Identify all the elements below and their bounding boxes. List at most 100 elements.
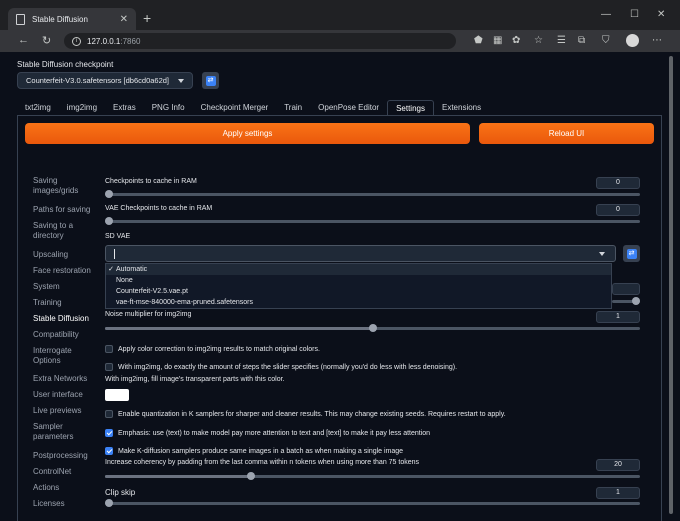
vae-option-mse[interactable]: vae-ft-mse-840000-ema-pruned.safetensors [106,297,611,308]
browser-tab[interactable]: Stable Diffusion ✕ [8,8,136,30]
tab-txt2img[interactable]: txt2img [17,100,59,116]
sidebar-item-actions[interactable]: Actions [33,483,97,499]
address-bar[interactable]: i 127.0.0.1 :7860 [64,33,456,49]
sidebar-item-upscaling[interactable]: Upscaling [33,250,97,266]
emphasis-checkbox[interactable] [105,429,113,437]
slider-handle[interactable] [105,190,113,198]
batch-cond-label: Make K-diffusion samplers produce same i… [118,447,404,455]
tab-train[interactable]: Train [276,100,310,116]
slider-handle[interactable] [632,297,640,305]
close-window-icon[interactable]: ✕ [657,9,665,20]
tab-settings[interactable]: Settings [387,100,434,116]
main-tabs: txt2img img2img Extras PNG Info Checkpoi… [17,100,489,116]
tab-openpose-editor[interactable]: OpenPose Editor [310,100,387,116]
tag-icon[interactable]: ⬟ [474,35,483,46]
coherency-slider[interactable] [105,472,640,480]
more-icon[interactable]: ⋯ [652,35,662,46]
refresh-icon: ⇄ [205,75,216,86]
vae-option-counterfeit[interactable]: Counterfeit-V2.5.vae.pt [106,286,611,297]
grid-icon[interactable]: ▦ [493,35,502,46]
back-icon[interactable]: ← [18,34,29,46]
sidebar-item-sampler-parameters[interactable]: Sampler parameters [33,422,97,451]
close-tab-icon[interactable]: ✕ [120,14,128,25]
tab-title: Stable Diffusion [32,14,88,24]
sidebar-item-face-restoration[interactable]: Face restoration [33,266,97,282]
ckpt-cache-input[interactable]: 0 [596,177,640,189]
hidden-setting-slider[interactable] [612,297,640,305]
coherency-label: Increase coherency by padding from the l… [105,459,420,466]
coherency-input[interactable]: 20 [596,459,640,471]
sidebar-item-live-previews[interactable]: Live previews [33,406,97,422]
fill-color-label: With img2img, fill image's transparent p… [105,376,285,383]
slider-handle[interactable] [105,217,113,225]
vae-dropdown: ✓ Automatic None Counterfeit-V2.5.vae.pt … [105,263,612,309]
slider-handle[interactable] [369,324,377,332]
sd-vae-select[interactable] [105,245,616,262]
extension-icon[interactable]: ✿ [512,35,520,46]
exact-steps-row[interactable]: With img2img, do exactly the amount of s… [105,363,457,371]
slider-handle[interactable] [105,499,113,507]
check-icon: ✓ [108,266,114,273]
noise-multiplier-slider[interactable] [105,324,640,332]
batch-cond-row[interactable]: Make K-diffusion samplers produce same i… [105,447,403,455]
vae-option-none[interactable]: None [106,275,611,286]
ckpt-cache-slider[interactable] [105,190,640,198]
sidebar-item-user-interface[interactable]: User interface [33,390,97,406]
new-tab-icon[interactable]: + [143,11,151,25]
scrollbar-thumb[interactable] [669,56,673,514]
sidebar-item-extra-networks[interactable]: Extra Networks [33,374,97,390]
favorites-icon[interactable]: ☰ [557,35,566,46]
emphasis-row[interactable]: Emphasis: use (text) to make model pay m… [105,429,430,437]
vae-option-automatic[interactable]: ✓ Automatic [106,264,611,275]
color-correction-checkbox[interactable] [105,345,113,353]
sidebar-item-licenses[interactable]: Licenses [33,499,97,511]
batch-cond-checkbox[interactable] [105,447,113,455]
tab-extras[interactable]: Extras [105,100,144,116]
vae-cache-input[interactable]: 0 [596,204,640,216]
vae-cache-slider[interactable] [105,217,640,225]
noise-multiplier-input[interactable]: 1 [596,311,640,323]
clip-skip-label: Clip skip [105,488,136,497]
page-scrollbar[interactable] [668,52,674,521]
quantization-checkbox[interactable] [105,410,113,418]
settings-sidebar: Saving images/grids Paths for saving Sav… [33,176,97,511]
refresh-vae-button[interactable]: ⇄ [623,245,640,262]
site-info-icon[interactable]: i [72,36,81,46]
maximize-icon[interactable]: ☐ [630,9,639,20]
refresh-checkpoint-button[interactable]: ⇄ [202,72,219,89]
sidebar-item-training[interactable]: Training [33,298,97,314]
reload-icon[interactable]: ↻ [42,34,51,47]
fill-color-picker[interactable] [105,389,129,401]
tab-extensions[interactable]: Extensions [434,100,489,116]
checkpoint-label: Stable Diffusion checkpoint [17,60,114,69]
apply-settings-button[interactable]: Apply settings [25,123,470,144]
hidden-setting-input[interactable] [612,283,640,295]
slider-handle[interactable] [247,472,255,480]
tab-img2img[interactable]: img2img [59,100,105,116]
favorite-icon[interactable]: ☆ [534,35,543,46]
sidebar-item-saving-directory[interactable]: Saving to a directory [33,221,97,250]
quantization-row[interactable]: Enable quantization in K samplers for sh… [105,410,506,418]
minimize-icon[interactable]: — [601,9,611,20]
clip-skip-slider[interactable] [105,499,640,507]
sidebar-item-stable-diffusion[interactable]: Stable Diffusion [33,314,97,330]
exact-steps-label: With img2img, do exactly the amount of s… [118,363,458,371]
reload-ui-button[interactable]: Reload UI [479,123,654,144]
tab-png-info[interactable]: PNG Info [144,100,193,116]
sidebar-item-controlnet[interactable]: ControlNet [33,467,97,483]
tab-checkpoint-merger[interactable]: Checkpoint Merger [193,100,277,116]
avatar[interactable] [626,34,639,47]
noise-multiplier-label: Noise multiplier for img2img [105,311,192,318]
sidebar-item-interrogate[interactable]: Interrogate Options [33,346,97,374]
clip-skip-input[interactable]: 1 [596,487,640,499]
shield-icon[interactable]: ⛉ [602,35,610,46]
sidebar-item-paths[interactable]: Paths for saving [33,205,97,221]
checkpoint-select[interactable]: Counterfeit-V3.0.safetensors [db6cd0a62d… [17,72,193,89]
sidebar-item-saving-images[interactable]: Saving images/grids [33,176,97,205]
color-correction-row[interactable]: Apply color correction to img2img result… [105,345,320,353]
sidebar-item-postprocessing[interactable]: Postprocessing [33,451,97,467]
sidebar-item-compatibility[interactable]: Compatibility [33,330,97,346]
sidebar-item-system[interactable]: System [33,282,97,298]
collections-icon[interactable]: ⧉ [578,35,585,46]
exact-steps-checkbox[interactable] [105,363,113,371]
